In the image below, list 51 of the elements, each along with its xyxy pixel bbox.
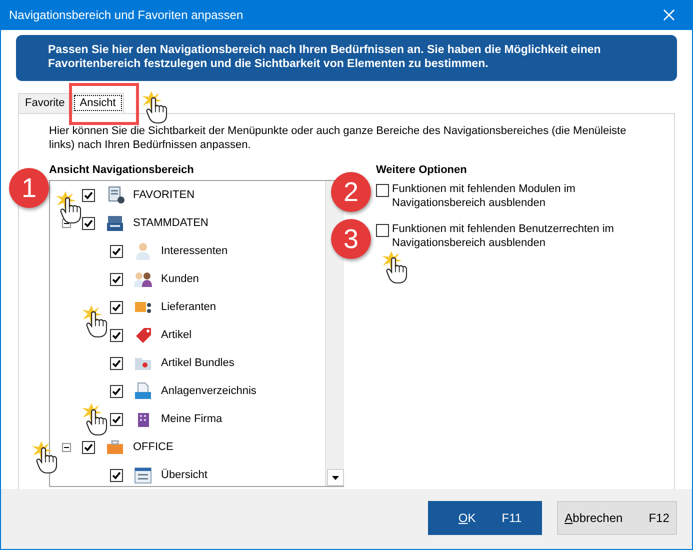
checkbox[interactable] [110,384,123,398]
tree-item-label[interactable]: STAMMDATEN [133,217,208,229]
tree-item-label[interactable]: Artikel [161,329,192,341]
tray-icon [133,381,153,401]
person-icon [133,241,153,261]
checkbox[interactable] [110,272,123,286]
checkbox[interactable] [376,184,389,197]
tree-item-label[interactable]: Artikel Bundles [161,357,234,369]
collapse-icon[interactable] [62,442,71,452]
hand-cursor-icon [81,402,107,436]
highlight-frame [69,83,139,125]
tree-item-label[interactable]: FAVORITEN [133,189,195,201]
checkbox[interactable] [82,188,95,202]
cancel-button[interactable]: Abbrechen F12 [557,501,677,535]
intro-text: Hier können Sie die Sichtbarkeit der Menüpunkte oder auch ganze Bereiche des Navigationsbereiches (die Menüleiste links) nach Ihren Bedürfnissen anpassen. [49,124,628,152]
tree-item-label[interactable]: OFFICE [133,441,174,453]
section-heading: Ansicht Navigationsbereich [49,164,195,176]
list-icon [133,465,153,485]
hand-cursor-icon [381,250,407,284]
checkbox[interactable] [110,468,123,482]
hand-cursor-icon [141,90,167,124]
checkbox[interactable] [82,440,95,454]
step-number-badge: 3 [331,219,371,259]
option-label[interactable]: Funktionen mit fehlenden Benutzerrechten im Navigationsbereich ausblenden [392,222,642,250]
checkbox[interactable] [110,356,123,370]
step-number-badge: 1 [9,168,49,208]
scroll-down-icon[interactable] [332,476,338,480]
tab[interactable]: Favorite [18,93,72,113]
checkbox[interactable] [376,224,389,237]
step-number-badge: 2 [331,172,371,212]
checkbox[interactable] [110,244,123,258]
close-icon[interactable] [663,9,675,21]
tree-item-label[interactable]: Lieferanten [161,301,216,313]
window-title: Navigationsbereich und Favoriten anpassen [9,8,244,22]
hand-cursor-icon [55,190,81,224]
hand-cursor-icon [81,304,107,338]
ok-button[interactable]: OK F11 [428,501,542,535]
checkbox[interactable] [82,216,95,230]
register-icon [105,213,125,233]
section-heading: Weitere Optionen [376,164,468,176]
tree-item-label[interactable]: Anlagenverzeichnis [161,385,256,397]
tree-item-label[interactable]: Meine Firma [161,413,222,425]
tree-item-label[interactable]: Kunden [161,273,199,285]
checkbox[interactable] [110,412,123,426]
checkbox[interactable] [110,300,123,314]
info-banner: Passen Sie hier den Navigationsbereich nach Ihren Bedürfnissen an. Sie haben die Möglichkeit einen Favoritenbereich festzulegen und die Sichtbarkeit von Elementen zu bestimmen. [16,35,677,81]
tab[interactable]: Ansicht [72,93,124,113]
option-label[interactable]: Funktionen mit fehlenden Modulen im Navigationsbereich ausblenden [392,182,642,210]
checkbox[interactable] [110,328,123,342]
tree-item-label[interactable]: Übersicht [161,469,208,481]
tree-item-label[interactable]: Interessenten [161,245,228,257]
